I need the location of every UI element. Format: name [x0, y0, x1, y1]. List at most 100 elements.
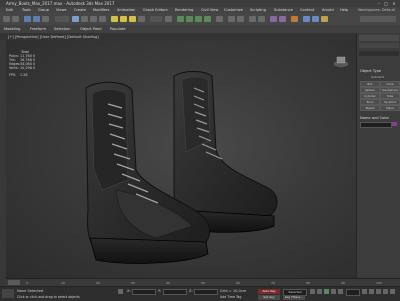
name-color-header[interactable]: Name and Color	[360, 116, 389, 120]
maximize-viewport-icon[interactable]	[390, 289, 395, 294]
menu-item-scripting[interactable]: Scripting	[250, 8, 266, 12]
tab-selection[interactable]: Selection	[54, 27, 71, 31]
menu-item-rendering[interactable]: Rendering	[175, 8, 193, 12]
workspace-selector[interactable]	[360, 16, 396, 22]
orbit-icon[interactable]	[376, 289, 381, 294]
undo-icon[interactable]	[3, 16, 10, 22]
mirror-icon[interactable]	[228, 16, 235, 22]
autogrid-checkbox[interactable]: AutoGrid	[371, 75, 384, 79]
rendered-frame-window-icon[interactable]	[312, 16, 319, 22]
scene-explorer-icon[interactable]	[249, 16, 256, 22]
pan-icon[interactable]	[369, 289, 374, 294]
render-setup-icon[interactable]	[303, 16, 310, 22]
pivot-center-icon[interactable]	[165, 16, 172, 22]
bind-space-warp-icon[interactable]	[42, 16, 49, 22]
menu-item-group[interactable]: Group	[38, 8, 49, 12]
object-type-header[interactable]: Object Type	[360, 69, 381, 73]
selection-filter-dropdown[interactable]	[55, 16, 69, 22]
x-coordinate-field[interactable]	[132, 289, 156, 295]
menu-item-arnold[interactable]: Arnold	[322, 8, 334, 12]
x-label: X:	[127, 289, 131, 293]
window-crossing-icon[interactable]	[99, 16, 106, 22]
object-color-swatch[interactable]	[392, 122, 397, 126]
menu-item-modifiers[interactable]: Modifiers	[93, 8, 109, 12]
tab-populate[interactable]: Populate	[110, 27, 126, 31]
tab-object-paint[interactable]: Object Paint	[80, 27, 102, 31]
viewport-label[interactable]: [+] [Perspective] [User Defined] [Defaul…	[8, 35, 99, 39]
rotate-icon[interactable]	[120, 16, 127, 22]
current-frame-field[interactable]	[346, 289, 360, 296]
minimize-icon[interactable]: –	[376, 1, 382, 6]
timeline-tick: 60	[236, 281, 240, 285]
align-icon[interactable]	[237, 16, 244, 22]
next-frame-icon[interactable]	[331, 289, 336, 294]
menu-item-substance[interactable]: Substance	[274, 8, 293, 12]
close-icon[interactable]: ×	[391, 1, 397, 6]
lock-selection-icon[interactable]	[118, 289, 123, 294]
menu-item-create[interactable]: Create	[74, 8, 86, 12]
timeline-tick: 90	[341, 281, 345, 285]
play-icon[interactable]	[324, 289, 329, 294]
command-panel: Object Type AutoGrid Box Cone Sphere Geo…	[356, 33, 400, 286]
percent-snap-icon[interactable]	[195, 16, 202, 22]
redo-icon[interactable]	[12, 16, 19, 22]
timeline-tick: 30	[131, 281, 135, 285]
viewcube-icon[interactable]	[333, 55, 349, 67]
selection-status: None Selected	[17, 289, 44, 293]
select-object-icon[interactable]	[72, 16, 79, 22]
menu-item-content[interactable]: Content	[300, 8, 314, 12]
angle-snap-icon[interactable]	[186, 16, 193, 22]
menu-item-animation[interactable]: Animation	[117, 8, 135, 12]
unlink-icon[interactable]	[33, 16, 40, 22]
y-coordinate-field[interactable]	[163, 289, 187, 295]
maximize-icon[interactable]: □	[383, 1, 389, 6]
maxscript-listener[interactable]	[2, 289, 14, 298]
layer-explorer-icon[interactable]	[258, 16, 265, 22]
menu-item-help[interactable]: Help	[340, 8, 348, 12]
object-name-field[interactable]	[360, 122, 392, 128]
reference-coordinate-dropdown[interactable]	[150, 16, 162, 22]
workspaces-dropdown[interactable]: Workspaces: Default	[358, 8, 395, 12]
go-to-end-icon[interactable]	[338, 289, 343, 294]
rectangular-selection-icon[interactable]	[90, 16, 97, 22]
plane-button[interactable]: Plane	[380, 105, 400, 111]
zoom-icon[interactable]	[362, 289, 367, 294]
z-coordinate-field[interactable]	[194, 289, 218, 295]
boots-model	[85, 71, 278, 264]
teapot-button[interactable]: Teapot	[360, 105, 380, 111]
menu-item-customize[interactable]: Customize	[224, 8, 243, 12]
menu-item-views[interactable]: Views	[56, 8, 66, 12]
set-key-button[interactable]: Set Key	[258, 295, 280, 300]
standard-primitives-dropdown[interactable]	[359, 51, 399, 56]
tab-freeform[interactable]: Freeform	[30, 27, 46, 31]
command-panel-tabs[interactable]	[359, 35, 399, 41]
stats-row: Verts: 10,298 0	[9, 66, 36, 70]
menu-item-civil-view[interactable]: Civil View	[201, 8, 218, 12]
snaps-toggle-icon[interactable]	[177, 16, 184, 22]
render-production-icon[interactable]	[321, 16, 328, 22]
menu-item-tools[interactable]: Tools	[22, 8, 31, 12]
placement-icon[interactable]	[138, 16, 145, 22]
named-selection-sets-icon[interactable]	[216, 16, 223, 22]
create-category-icons[interactable]	[359, 43, 399, 48]
schematic-view-icon[interactable]	[279, 16, 286, 22]
menu-item-edit[interactable]: Edit	[6, 8, 13, 12]
add-time-tag[interactable]: Add Time Tag	[220, 295, 241, 299]
go-to-start-icon[interactable]	[310, 289, 315, 294]
material-editor-icon[interactable]	[291, 16, 298, 22]
spinner-snap-icon[interactable]	[204, 16, 211, 22]
link-icon[interactable]	[24, 16, 31, 22]
perspective-viewport[interactable]	[6, 40, 356, 278]
menu-item-graph-editors[interactable]: Graph Editors	[143, 8, 168, 12]
time-slider[interactable]	[8, 280, 20, 285]
select-by-name-icon[interactable]	[81, 16, 88, 22]
auto-key-button[interactable]: Auto Key	[258, 289, 280, 294]
timeline-tick: 70	[271, 281, 275, 285]
zoom-extents-icon[interactable]	[383, 289, 388, 294]
previous-frame-icon[interactable]	[317, 289, 322, 294]
key-filters-button[interactable]: Key Filters...	[283, 295, 305, 300]
curve-editor-icon[interactable]	[270, 16, 277, 22]
tab-modeling[interactable]: Modeling	[4, 27, 20, 31]
move-icon[interactable]	[111, 16, 118, 22]
scale-icon[interactable]	[129, 16, 136, 22]
